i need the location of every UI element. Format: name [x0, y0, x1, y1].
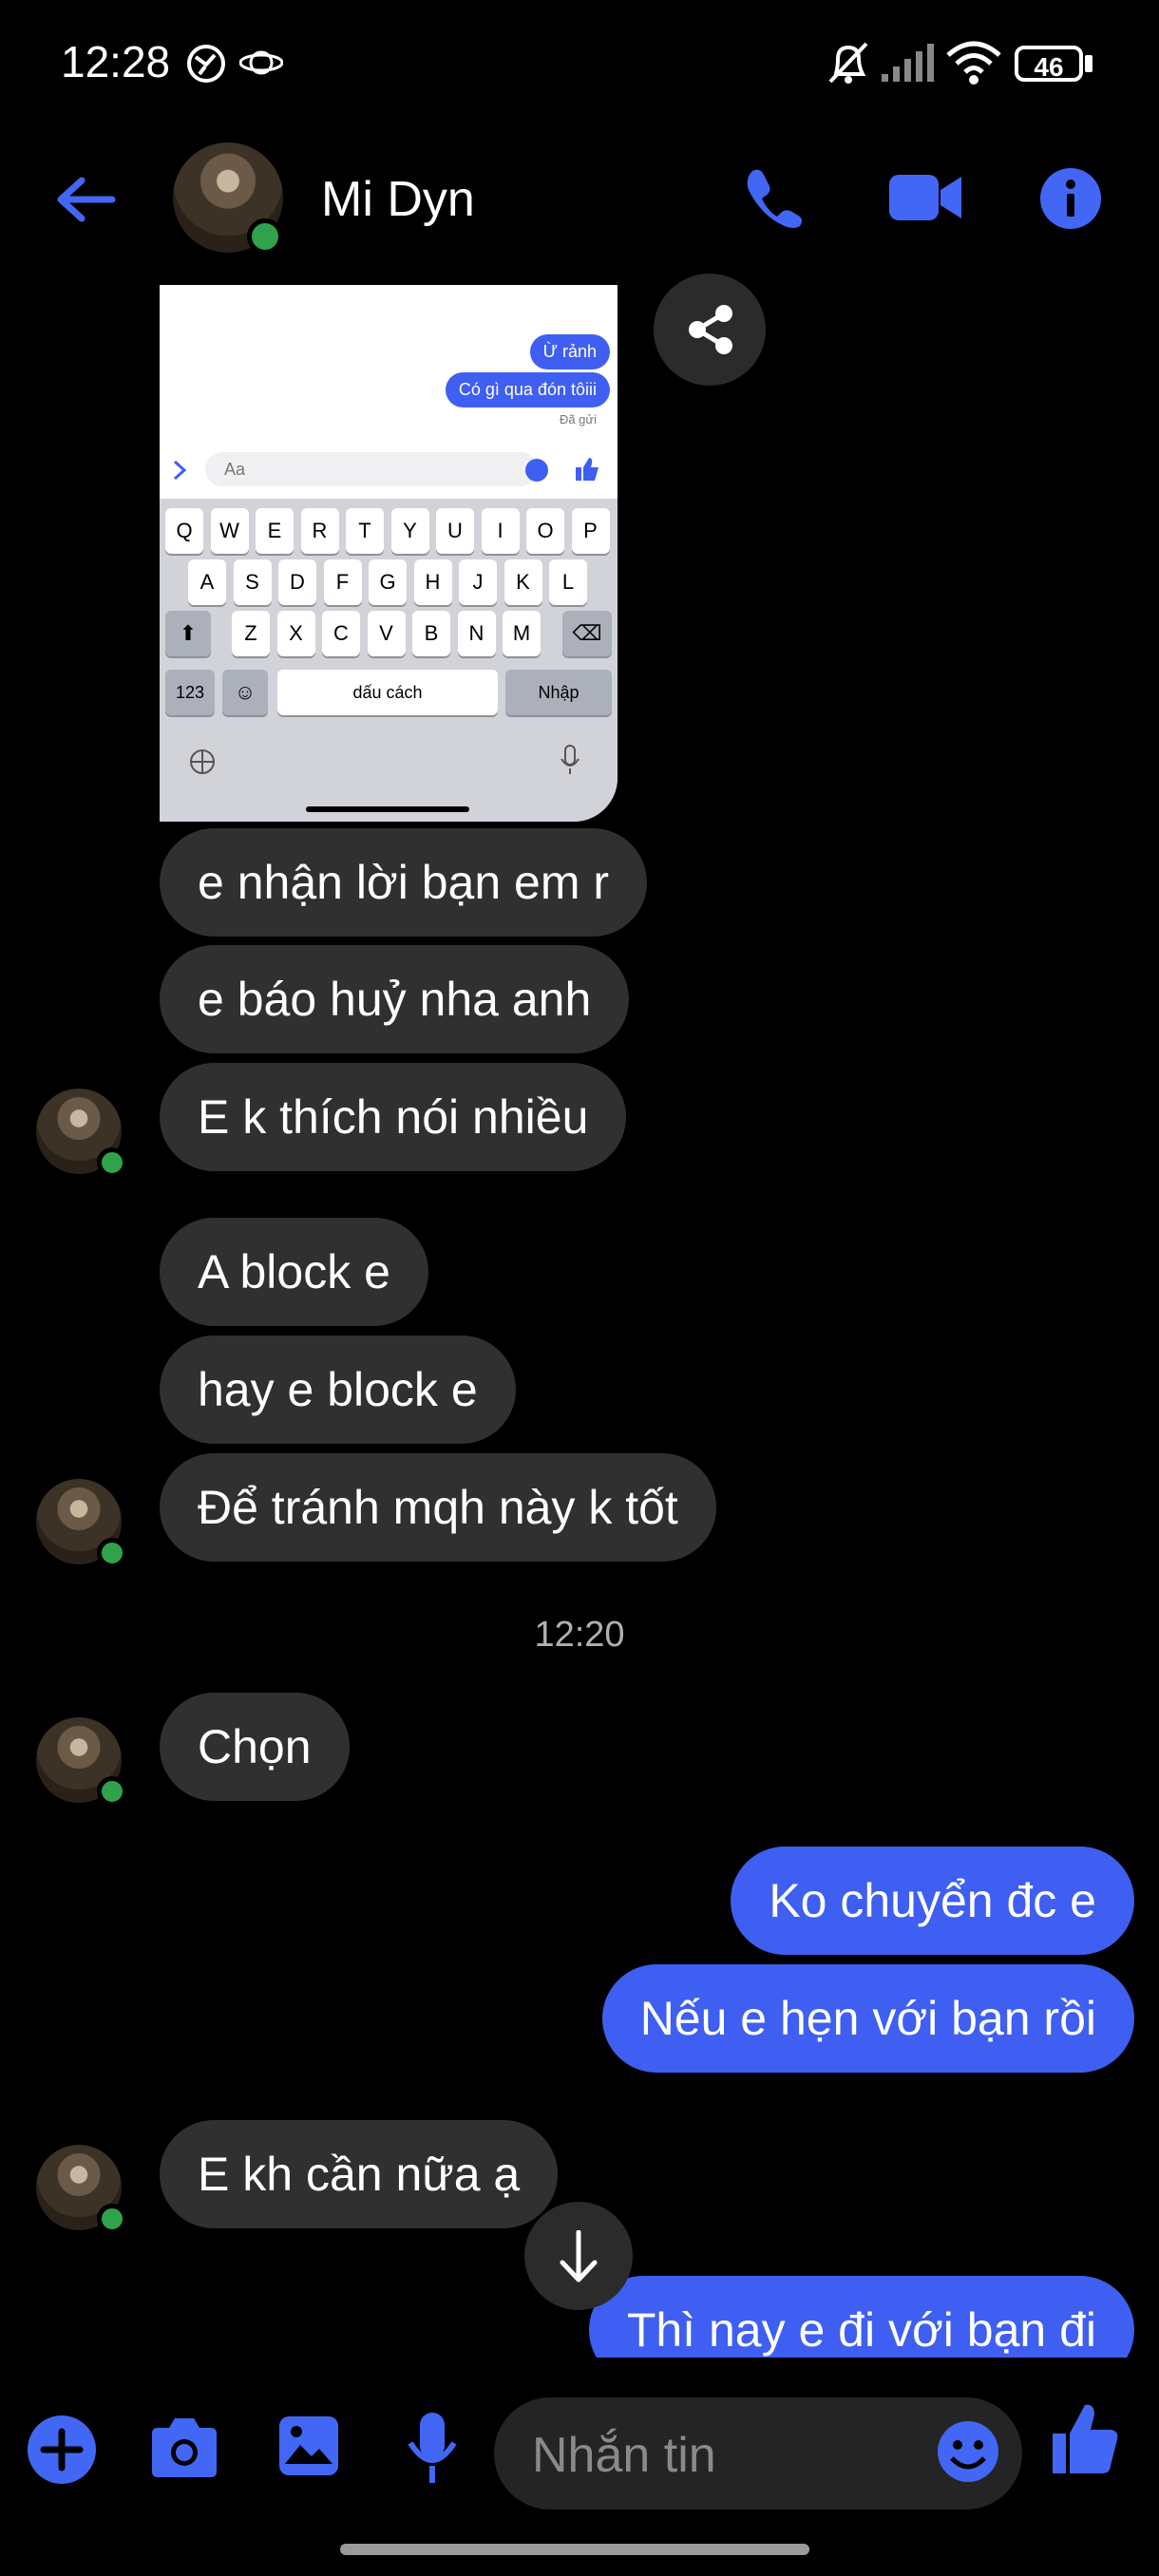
shared-screenshot-image[interactable]: Ừ rảnh Có gì qua đón tôiii Đã gửi Aa QWE… [160, 285, 618, 822]
mini-key: D [278, 559, 316, 605]
mini-key: J [459, 559, 497, 605]
message-bubble-outgoing[interactable]: Nếu e hẹn với bạn rồi [601, 1964, 1134, 2073]
signal-icon [882, 44, 934, 82]
scroll-down-arrow-icon [560, 2230, 598, 2282]
mini-chevron-icon [173, 460, 187, 481]
mini-enter-key: Nhập [505, 670, 612, 715]
phone-icon[interactable] [743, 165, 804, 228]
online-indicator [97, 1776, 127, 1807]
thumbs-up-icon[interactable] [1051, 2401, 1119, 2477]
mini-key: L [549, 559, 587, 605]
microphone-icon[interactable] [407, 2411, 458, 2487]
share-icon [689, 305, 732, 354]
scroll-to-bottom-button[interactable] [524, 2202, 633, 2310]
wifi-icon [946, 41, 1001, 85]
browser-globe-icon [187, 45, 225, 83]
message-bubble-incoming[interactable]: E kh cần nữa ạ [160, 2120, 559, 2228]
mini-key: S [233, 559, 272, 605]
mini-outgoing-message-1: Ừ rảnh [529, 334, 610, 369]
mini-key: Q [165, 508, 203, 554]
mini-key: C [322, 611, 360, 656]
mini-backspace-key: ⌫ [562, 611, 612, 656]
emoji-icon[interactable] [937, 2420, 999, 2483]
mini-globe-icon [190, 749, 215, 774]
message-bubble-incoming[interactable]: e báo huỷ nha anh [160, 945, 630, 1053]
mini-key: G [369, 559, 407, 605]
message-bubble-incoming[interactable]: e nhận lời bạn em r [160, 828, 648, 937]
mini-thumbs-up-icon [576, 458, 598, 481]
mini-mic-icon [560, 745, 580, 774]
share-button[interactable] [654, 274, 766, 386]
mini-key: P [571, 508, 610, 554]
mini-key: E [256, 508, 294, 554]
message-bubble-incoming[interactable]: hay e block e [160, 1335, 516, 1444]
mini-key: W [210, 508, 249, 554]
mini-key: X [276, 611, 315, 656]
message-input-placeholder: Nhắn tin [532, 2428, 716, 2483]
mini-key: Y [390, 508, 429, 554]
bell-muted-icon [828, 42, 868, 84]
message-bubble-outgoing[interactable]: Thì nay e đi với bạn đi [588, 2276, 1134, 2358]
mini-emoji-key: ☺ [222, 670, 268, 715]
mini-key: M [503, 611, 541, 656]
mini-key: T [346, 508, 384, 554]
message-bubble-incoming[interactable]: A block e [160, 1218, 428, 1326]
mini-space-key: dấu cách [277, 670, 498, 715]
mini-key: H [413, 559, 452, 605]
mini-key: O [526, 508, 564, 554]
online-indicator [97, 2204, 127, 2234]
home-indicator[interactable] [340, 2544, 809, 2555]
mini-key: Z [232, 611, 270, 656]
mini-key: B [412, 611, 450, 656]
online-indicator [97, 1538, 127, 1568]
mini-shift-key: ⬆ [165, 611, 211, 656]
gallery-icon[interactable] [277, 2415, 340, 2477]
mini-keyboard: QWERTYUIOP ASDFGHJKL ZXCVBNM ⬆ ⌫ 123 ☺ dấu… [160, 499, 618, 822]
mini-emoji-icon [525, 459, 548, 482]
camera-icon[interactable] [148, 2416, 220, 2479]
mini-key: N [457, 611, 496, 656]
battery-tip [1085, 55, 1092, 72]
mini-key: I [481, 508, 520, 554]
mini-input-placeholder: Aa [224, 460, 246, 479]
mini-outgoing-message-2: Có gì qua đón tôiii [445, 372, 610, 407]
mini-key: V [367, 611, 406, 656]
mini-key: K [504, 559, 542, 605]
mini-sent-label: Đã gửi [559, 412, 597, 426]
planet-icon [239, 50, 283, 75]
mini-key: R [300, 508, 339, 554]
mini-key: A [188, 559, 226, 605]
message-bubble-incoming[interactable]: Chọn [160, 1693, 350, 1801]
message-bubble-incoming[interactable]: E k thích nói nhiều [160, 1063, 627, 1171]
online-indicator [97, 1147, 127, 1178]
mini-123-key: 123 [165, 670, 215, 715]
info-icon[interactable] [1039, 167, 1102, 230]
online-indicator [247, 218, 283, 255]
battery-indicator: 46 [1015, 46, 1083, 82]
contact-name[interactable]: Mi Dyn [321, 171, 475, 228]
back-arrow-icon[interactable] [53, 173, 120, 226]
mini-key: F [323, 559, 362, 605]
message-bubble-incoming[interactable]: Để tránh mqh này k tốt [160, 1453, 716, 1562]
message-bubble-outgoing[interactable]: Ko chuyển đc e [731, 1847, 1134, 1955]
video-camera-icon[interactable] [887, 171, 963, 224]
plus-icon[interactable] [27, 2415, 97, 2485]
status-bar: 12:28 46 [0, 0, 1159, 128]
mini-key: U [436, 508, 474, 554]
message-timestamp: 12:20 [534, 1615, 625, 1655]
status-time: 12:28 [61, 37, 171, 86]
